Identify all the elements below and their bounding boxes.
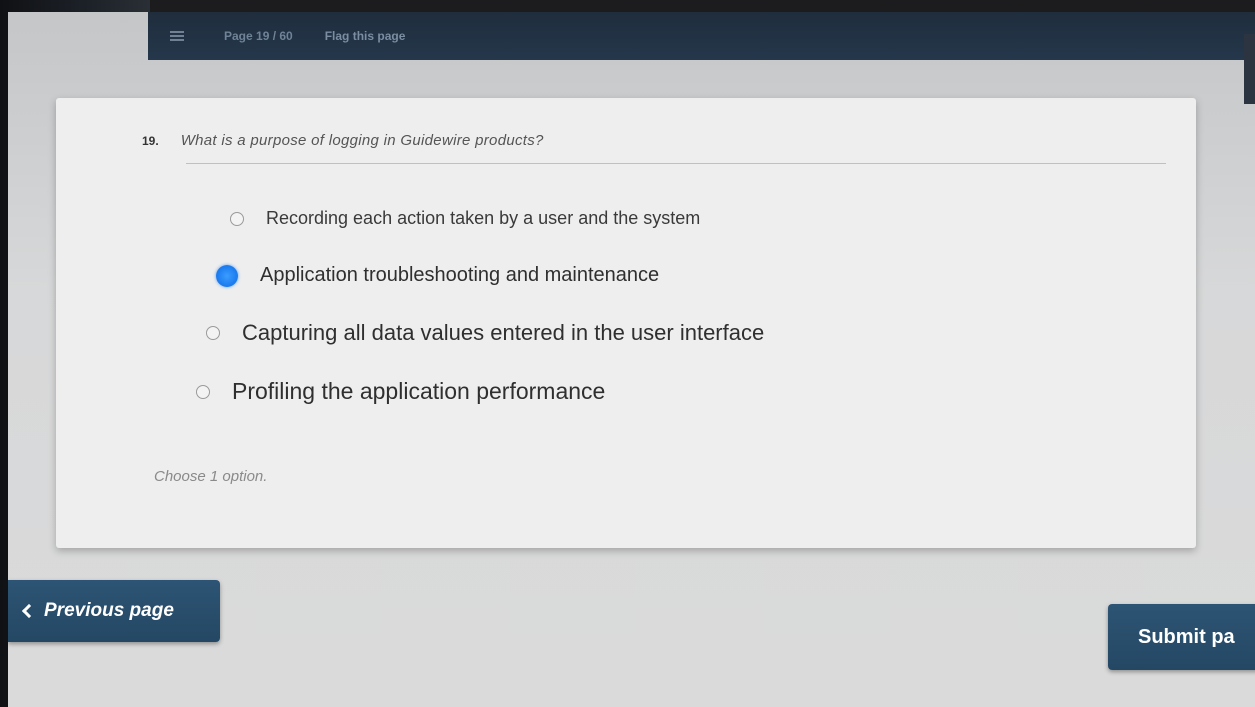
question-text: What is a purpose of logging in Guidewir… xyxy=(180,132,544,149)
chevron-left-icon xyxy=(21,603,37,619)
previous-page-label: Previous page xyxy=(44,600,174,621)
page-indicator: Page 19 / 60 xyxy=(224,29,293,43)
answer-option-label[interactable]: Recording each action taken by a user an… xyxy=(266,208,700,229)
submit-page-label: Submit pa xyxy=(1138,625,1235,648)
submit-page-button[interactable]: Submit pa xyxy=(1108,604,1255,670)
selection-hint: Choose 1 option. xyxy=(154,468,268,485)
top-navigation-bar: Page 19 / 60 Flag this page xyxy=(148,12,1255,60)
menu-icon[interactable] xyxy=(170,31,184,41)
exam-screen: Page 19 / 60 Flag this page 19. What is … xyxy=(8,12,1255,707)
answer-option-label[interactable]: Capturing all data values entered in the… xyxy=(242,320,764,346)
previous-page-button[interactable]: Previous page xyxy=(8,580,220,642)
question-number: 19. xyxy=(142,134,159,148)
radio-button-checked[interactable] xyxy=(216,264,238,287)
question-card: 19. What is a purpose of logging in Guid… xyxy=(56,98,1196,548)
answer-option[interactable]: Profiling the application performance xyxy=(196,378,605,405)
radio-button[interactable] xyxy=(230,211,244,226)
flag-page-link[interactable]: Flag this page xyxy=(325,29,406,43)
answer-option-label[interactable]: Application troubleshooting and maintena… xyxy=(260,264,659,287)
answer-option-label[interactable]: Profiling the application performance xyxy=(232,378,605,405)
radio-button[interactable] xyxy=(206,326,220,340)
answer-option[interactable]: Recording each action taken by a user an… xyxy=(230,208,700,229)
answer-option[interactable]: Capturing all data values entered in the… xyxy=(206,320,764,346)
side-control xyxy=(1244,34,1255,104)
radio-button[interactable] xyxy=(196,384,210,399)
answer-option-selected[interactable]: Application troubleshooting and maintena… xyxy=(216,264,659,287)
question-header: 19. What is a purpose of logging in Guid… xyxy=(142,132,1166,164)
